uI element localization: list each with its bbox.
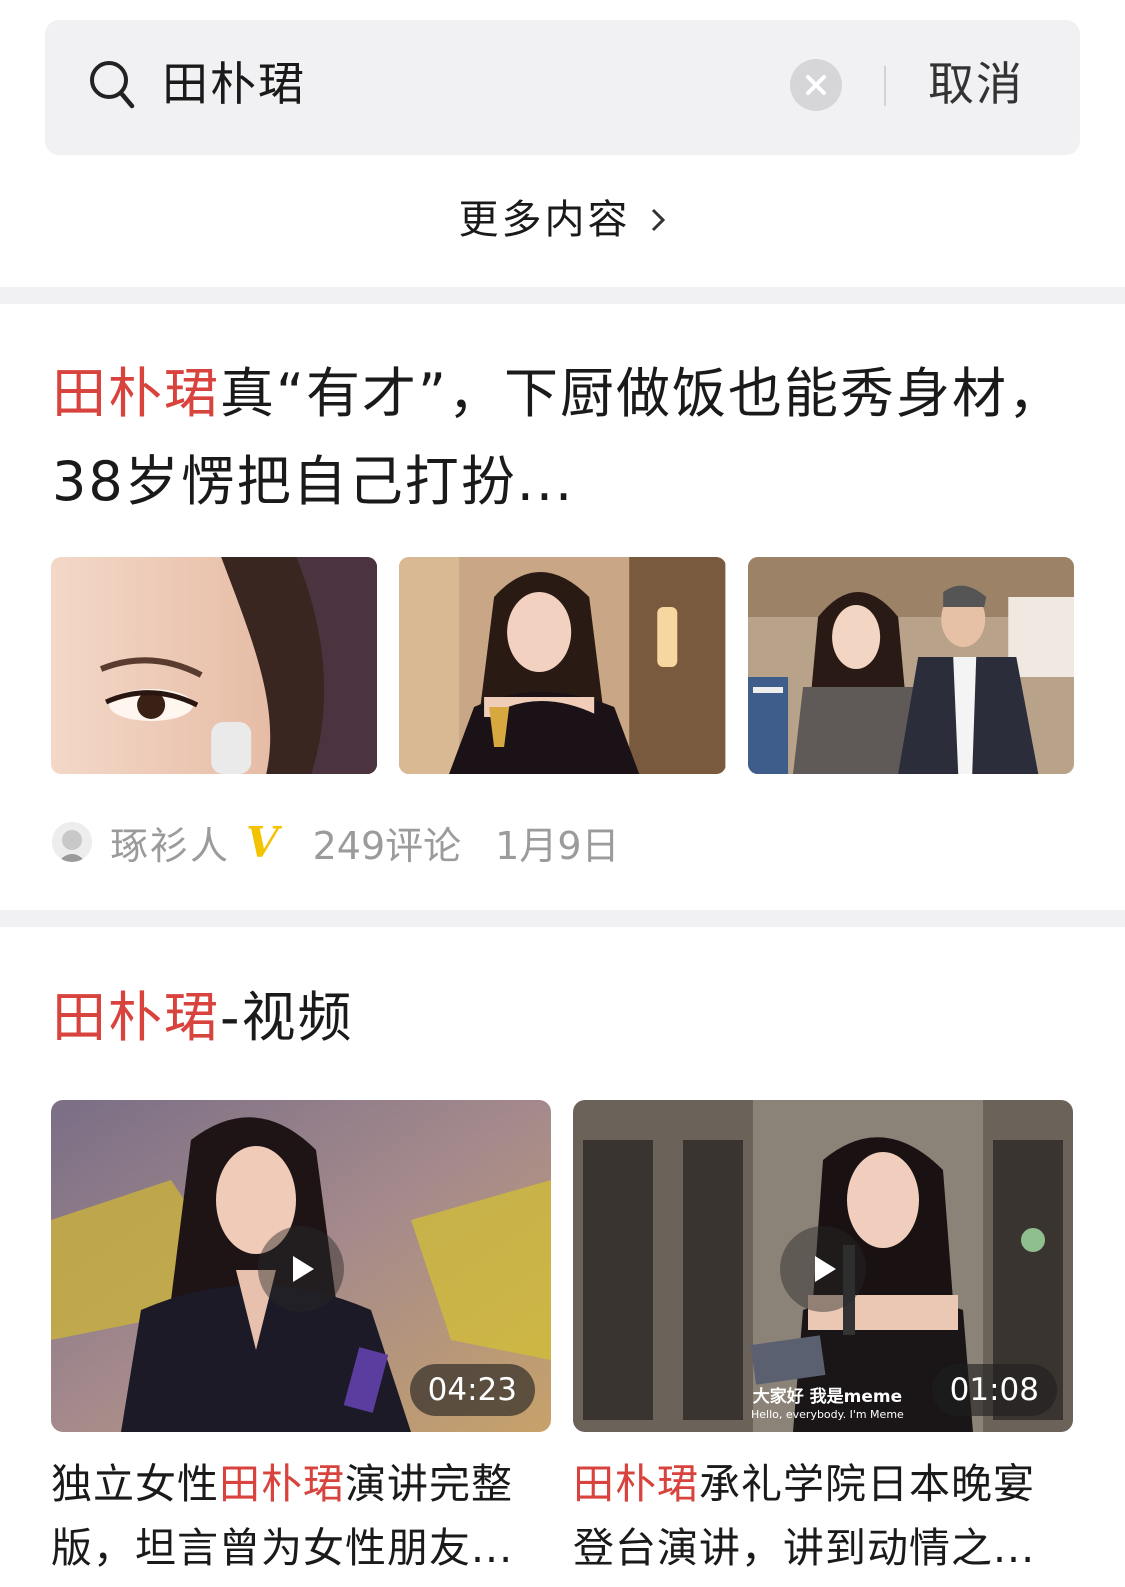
video-title-highlight: 田朴珺 bbox=[573, 1460, 699, 1508]
video-caption: 大家好 我是meme Hello, everybody. I'm Meme bbox=[751, 1388, 904, 1424]
search-divider bbox=[884, 66, 886, 106]
more-content-link[interactable]: 更多内容 bbox=[0, 190, 1125, 250]
video-title[interactable]: 独立女性田朴珺演讲完整版，坦言曾为女性朋友... bbox=[51, 1452, 551, 1580]
author-name[interactable]: 琢衫人 bbox=[110, 815, 230, 870]
cancel-button[interactable]: 取消 bbox=[928, 52, 1024, 116]
article-image[interactable] bbox=[51, 557, 378, 774]
article-image[interactable] bbox=[747, 557, 1074, 774]
video-thumbnail[interactable]: 大家好 我是meme Hello, everybody. I'm Meme 01… bbox=[573, 1100, 1073, 1432]
video-caption-sub: Hello, everybody. I'm Meme bbox=[751, 1408, 904, 1421]
article-title-highlight: 田朴珺 bbox=[52, 362, 220, 425]
video-card[interactable]: 04:23 独立女性田朴珺演讲完整版，坦言曾为女性朋友... bbox=[51, 1100, 551, 1580]
video-duration: 04:23 bbox=[409, 1364, 535, 1416]
article-image-row bbox=[51, 557, 1074, 774]
video-section-heading[interactable]: 田朴珺-视频 bbox=[52, 982, 354, 1054]
close-icon bbox=[806, 75, 826, 95]
video-title[interactable]: 田朴珺承礼学院日本晚宴登台演讲，讲到动情之... bbox=[573, 1452, 1073, 1580]
section-separator bbox=[0, 910, 1125, 927]
video-thumbnail[interactable]: 04:23 bbox=[51, 1100, 551, 1432]
article-title[interactable]: 田朴珺真“有才”，下厨做饭也能秀身材，38岁愣把自己打扮... bbox=[52, 350, 1072, 526]
chevron-right-icon bbox=[651, 208, 665, 232]
play-icon[interactable] bbox=[258, 1226, 344, 1312]
comment-count: 249评论 bbox=[312, 823, 462, 868]
clear-search-button[interactable] bbox=[790, 59, 842, 111]
publish-date: 1月9日 bbox=[495, 823, 620, 868]
more-content-label: 更多内容 bbox=[458, 197, 631, 243]
video-title-text: 独立女性 bbox=[51, 1460, 219, 1508]
verified-badge-icon: V bbox=[246, 817, 279, 867]
video-caption-main: 大家好 我是meme bbox=[752, 1387, 903, 1407]
video-grid: 04:23 独立女性田朴珺演讲完整版，坦言曾为女性朋友... 大家好 我是mem… bbox=[51, 1100, 1074, 1580]
search-input[interactable]: 田朴珺 bbox=[162, 52, 306, 116]
section-separator bbox=[0, 287, 1125, 304]
article-image[interactable] bbox=[399, 557, 726, 774]
video-card[interactable]: 大家好 我是meme Hello, everybody. I'm Meme 01… bbox=[573, 1100, 1073, 1580]
play-icon[interactable] bbox=[780, 1226, 866, 1312]
avatar[interactable] bbox=[52, 822, 92, 862]
video-title-highlight: 田朴珺 bbox=[219, 1460, 345, 1508]
search-icon bbox=[90, 61, 135, 109]
article-meta: 琢衫人 V 249评论 1月9日 bbox=[52, 812, 620, 872]
video-heading-highlight: 田朴珺 bbox=[52, 986, 220, 1049]
video-duration: 01:08 bbox=[931, 1364, 1057, 1416]
video-heading-text: -视频 bbox=[220, 986, 354, 1049]
